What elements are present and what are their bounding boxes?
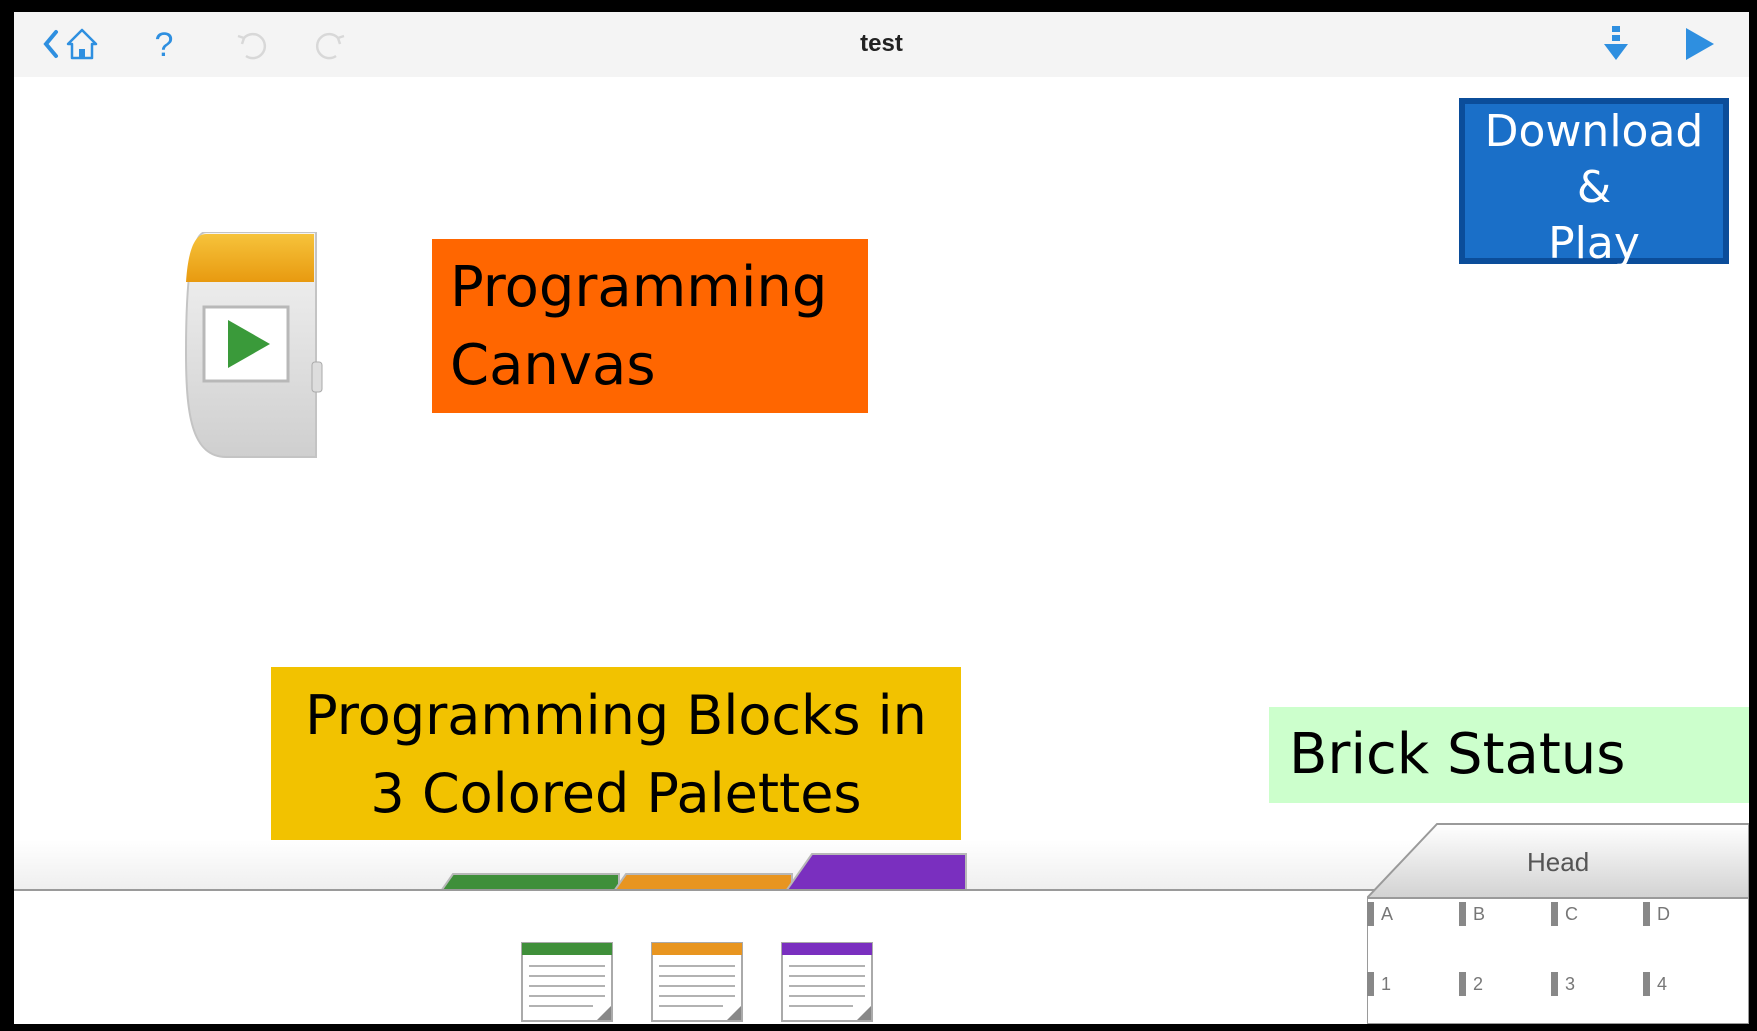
palette-tab-purple[interactable] (784, 852, 969, 894)
port-label: A (1381, 904, 1394, 924)
port-label: C (1565, 904, 1578, 924)
purple-palette-block[interactable] (781, 942, 873, 1022)
sensor-port-2[interactable]: 2 (1459, 972, 1539, 996)
play-icon[interactable] (1678, 24, 1718, 64)
callout-palettes-line2: 3 Colored Palettes (370, 762, 862, 825)
callout-download-line1: Download (1484, 106, 1704, 157)
callout-canvas-line1: Programming (450, 255, 828, 320)
green-palette-block[interactable] (521, 942, 613, 1022)
brick-panel-tab-head[interactable]: Head (1527, 847, 1589, 878)
app-window: ? test Programming Canvas Download & Pla… (14, 12, 1749, 1024)
callout-programming-canvas: Programming Canvas (432, 239, 868, 413)
callout-programming-blocks: Programming Blocks in 3 Colored Palettes (271, 667, 961, 842)
brick-status-panel: Head A B C D 1 2 3 4 (1367, 822, 1749, 1024)
callout-download-line3: Play (1548, 218, 1640, 269)
port-label: B (1473, 904, 1486, 924)
port-label: 4 (1657, 974, 1668, 994)
callout-download-play: Download & Play (1459, 98, 1729, 269)
motor-port-c[interactable]: C (1551, 902, 1631, 926)
window-title: test (860, 30, 903, 57)
port-label: 1 (1381, 974, 1392, 994)
callout-brick-status: Brick Status (1269, 707, 1749, 803)
motor-port-a[interactable]: A (1367, 902, 1447, 926)
callout-download-line2: & (1576, 162, 1612, 213)
callout-canvas-line2: Canvas (450, 333, 656, 398)
top-toolbar: ? test (14, 12, 1749, 77)
orange-palette-block[interactable] (651, 942, 743, 1022)
callout-palettes-line1: Programming Blocks in (305, 684, 927, 747)
motor-port-b[interactable]: B (1459, 902, 1539, 926)
sensor-port-3[interactable]: 3 (1551, 972, 1631, 996)
sensor-port-1[interactable]: 1 (1367, 972, 1447, 996)
motor-port-d[interactable]: D (1643, 902, 1723, 926)
port-label: D (1657, 904, 1670, 924)
port-label: 2 (1473, 974, 1484, 994)
program-start-block[interactable] (176, 231, 336, 472)
sensor-port-4[interactable]: 4 (1643, 972, 1723, 996)
port-label: 3 (1565, 974, 1576, 994)
download-icon[interactable] (1596, 24, 1636, 64)
